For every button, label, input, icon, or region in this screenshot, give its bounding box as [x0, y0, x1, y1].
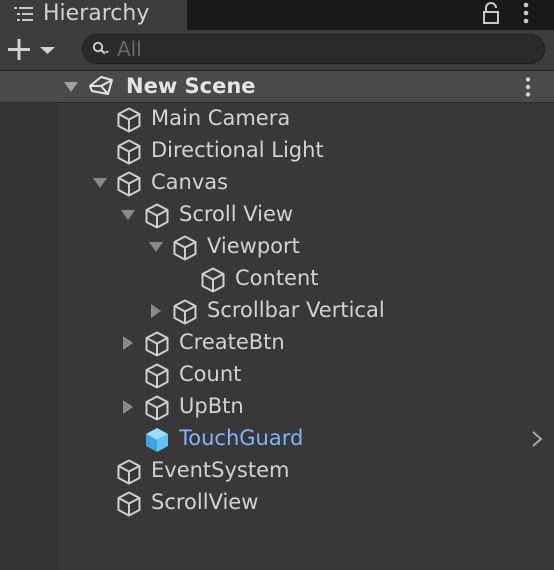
prefab-cube-icon	[146, 428, 168, 452]
hierarchy-item-label: Viewport	[207, 234, 300, 258]
tab-title: Hierarchy	[43, 1, 150, 26]
plus-icon	[8, 39, 30, 60]
hierarchy-item-label: Scrollbar Vertical	[207, 298, 385, 322]
gameobject-cube-icon	[173, 235, 197, 261]
hierarchy-item-label: ScrollView	[151, 490, 259, 514]
foldout-expanded-icon[interactable]	[148, 240, 164, 254]
search-icon	[92, 41, 109, 55]
search-field[interactable]	[82, 34, 545, 64]
kebab-menu-icon[interactable]	[518, 1, 534, 25]
gameobject-cube-icon	[117, 139, 141, 165]
hierarchy-item[interactable]: Viewport	[58, 231, 554, 263]
gameobject-cube-icon	[145, 395, 169, 421]
hierarchy-item-label: Directional Light	[151, 138, 324, 162]
hierarchy-item[interactable]: TouchGuard	[58, 423, 554, 455]
gameobject-cube-icon	[117, 171, 141, 197]
hierarchy-item[interactable]: Directional Light	[58, 135, 554, 167]
prefab-open-arrow-icon[interactable]	[530, 429, 544, 449]
hierarchy-item-label: UpBtn	[179, 394, 244, 418]
hierarchy-item[interactable]: ScrollView	[58, 487, 554, 519]
unity-scene-icon	[89, 76, 113, 95]
gameobject-cube-icon	[117, 491, 141, 517]
gameobject-cube-icon	[201, 267, 225, 293]
scene-header[interactable]: New Scene	[0, 71, 554, 103]
hierarchy-item-label: Count	[179, 362, 242, 386]
hierarchy-item-label: EventSystem	[151, 458, 290, 482]
foldout-expanded-icon[interactable]	[63, 80, 79, 94]
chevron-down-icon	[40, 47, 55, 54]
foldout-collapsed-icon[interactable]	[120, 336, 136, 350]
foldout-collapsed-icon[interactable]	[148, 304, 164, 318]
hierarchy-item-label: Canvas	[151, 170, 229, 194]
hierarchy-toolbar	[0, 30, 554, 71]
hierarchy-list-icon	[14, 7, 33, 21]
add-object-button[interactable]	[4, 36, 60, 64]
hierarchy-item[interactable]: Scroll View	[58, 199, 554, 231]
hierarchy-item-label: Scroll View	[179, 202, 294, 226]
gameobject-cube-icon	[117, 459, 141, 485]
gameobject-cube-icon	[145, 363, 169, 389]
lock-icon[interactable]	[481, 2, 501, 24]
gameobject-cube-icon	[145, 203, 169, 229]
tab-hierarchy[interactable]: Hierarchy	[0, 0, 187, 30]
tab-bar: Hierarchy	[0, 0, 554, 30]
kebab-menu-icon[interactable]	[520, 76, 536, 98]
hierarchy-item-label: TouchGuard	[179, 426, 304, 450]
hierarchy-item-label: Main Camera	[151, 106, 291, 130]
hierarchy-item[interactable]: Count	[58, 359, 554, 391]
foldout-collapsed-icon[interactable]	[120, 400, 136, 414]
hierarchy-item[interactable]: Main Camera	[58, 103, 554, 135]
hierarchy-item-label: CreateBtn	[179, 330, 285, 354]
hierarchy-item[interactable]: UpBtn	[58, 391, 554, 423]
gameobject-cube-icon	[117, 107, 141, 133]
foldout-expanded-icon[interactable]	[92, 176, 108, 190]
hierarchy-item[interactable]: Scrollbar Vertical	[58, 295, 554, 327]
scene-name: New Scene	[126, 74, 256, 98]
hierarchy-item[interactable]: CreateBtn	[58, 327, 554, 359]
hierarchy-item[interactable]: EventSystem	[58, 455, 554, 487]
hierarchy-item-label: Content	[235, 266, 319, 290]
gameobject-cube-icon	[173, 299, 197, 325]
hierarchy-gutter	[0, 71, 58, 570]
hierarchy-item[interactable]: Content	[58, 263, 554, 295]
hierarchy-item[interactable]: Canvas	[58, 167, 554, 199]
foldout-expanded-icon[interactable]	[120, 208, 136, 222]
gameobject-cube-icon	[145, 331, 169, 357]
search-input[interactable]	[117, 36, 517, 62]
